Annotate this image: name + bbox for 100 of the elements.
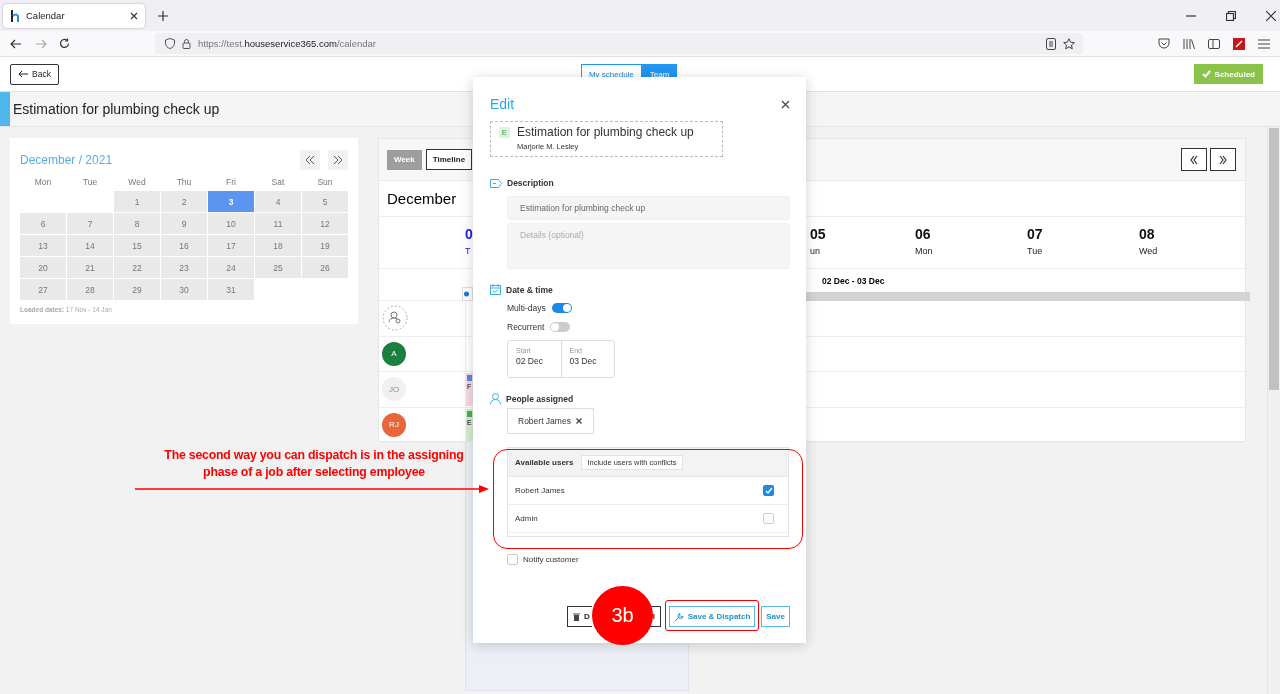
toggle-label: Multi-days [507, 302, 546, 313]
start-date: 02 Dec [516, 356, 544, 366]
checkbox[interactable] [507, 554, 518, 565]
dialog-title: Edit [490, 96, 515, 112]
description-field[interactable]: Estimation for plumbing check up [507, 196, 790, 220]
calendar-day[interactable]: 7 [67, 213, 113, 234]
pocket-icon[interactable] [1158, 38, 1170, 49]
shield-icon [165, 38, 175, 49]
previous-button[interactable] [300, 150, 320, 170]
calendar-day[interactable]: 6 [20, 213, 66, 234]
tag-icon [490, 178, 502, 188]
address-bar[interactable]: https://test.houseservice365.com/calendar [155, 33, 1083, 54]
calendar-day[interactable]: 13 [20, 235, 66, 256]
url-text: https://test.houseservice365.com/calendar [198, 38, 377, 49]
weekday-label: Tue [81, 177, 99, 189]
close-icon[interactable] [781, 99, 790, 109]
close-icon[interactable] [130, 11, 138, 20]
back-arrow-icon[interactable] [10, 38, 22, 49]
calendar-day[interactable]: 25 [255, 257, 301, 278]
calendar-day[interactable]: 18 [255, 235, 301, 256]
weekday-label: Sun [316, 177, 334, 189]
calendar-day[interactable]: 21 [67, 257, 113, 278]
calendar-day[interactable]: 1 [114, 191, 160, 212]
calendar-day[interactable]: 12 [302, 213, 348, 234]
calendar-day[interactable]: 19 [302, 235, 348, 256]
weekday-label: Thu [175, 177, 193, 189]
calendar-day[interactable]: 3 [208, 191, 254, 212]
calendar-day[interactable]: 26 [302, 257, 348, 278]
back-arrow-icon [18, 70, 28, 78]
next-button[interactable] [1210, 148, 1236, 171]
calendar-day[interactable]: 16 [161, 235, 207, 256]
weekday-label: T [465, 246, 472, 256]
person-icon [490, 393, 501, 405]
calendar-day[interactable]: 17 [208, 235, 254, 256]
section-label: People assigned [506, 394, 574, 404]
save-and-dispatch-button[interactable]: Save & Dispatch [669, 606, 755, 627]
close-icon[interactable] [1266, 10, 1276, 21]
month-title: December / 2021 [20, 153, 114, 167]
calendar-day[interactable]: 9 [161, 213, 207, 234]
event-marker-icon[interactable] [462, 287, 473, 301]
previous-button[interactable] [1181, 148, 1207, 171]
remove-icon[interactable] [575, 418, 582, 424]
calendar-day[interactable]: 11 [255, 213, 301, 234]
user-avatar: A [382, 341, 406, 366]
accent-bar [0, 92, 10, 126]
calendar-icon [490, 284, 501, 295]
calendar-day[interactable]: 28 [67, 279, 113, 300]
checkbox[interactable] [763, 485, 774, 496]
weekday-label: Fri [225, 177, 237, 189]
calendar-day[interactable]: 27 [20, 279, 66, 300]
calendar-day[interactable]: 29 [114, 279, 160, 300]
calendar-day[interactable]: 22 [114, 257, 160, 278]
details-field[interactable]: Details (optional) [507, 223, 790, 269]
view-tab[interactable]: Week [387, 149, 422, 170]
menu-icon[interactable] [1258, 38, 1270, 49]
calendar-day[interactable]: 10 [208, 213, 254, 234]
new-tab-icon[interactable] [158, 10, 168, 21]
calendar-day[interactable]: 23 [161, 257, 207, 278]
star-icon[interactable] [1063, 37, 1075, 50]
calendar-day[interactable]: 8 [114, 213, 160, 234]
user-name: Admin [515, 514, 538, 523]
extension-icon[interactable] [1233, 37, 1245, 50]
weekday-label: Mon [33, 177, 53, 189]
status-button[interactable]: Scheduled [1193, 64, 1263, 84]
delete-button[interactable]: D [567, 606, 592, 627]
scrollbar[interactable] [1267, 127, 1280, 694]
checkbox-label: Notify customer [523, 555, 579, 564]
job-badge: E [499, 127, 510, 138]
user-name: Robert James [515, 486, 565, 495]
section-label: Date & time [506, 284, 553, 295]
calendar-day[interactable]: 5 [302, 191, 348, 212]
calendar-day[interactable]: 24 [208, 257, 254, 278]
double-chevron-right-icon [333, 156, 343, 164]
checkbox[interactable] [763, 513, 774, 524]
toggle-switch[interactable] [551, 302, 572, 313]
restore-icon[interactable] [1226, 10, 1236, 21]
calendar-day[interactable]: 2 [161, 191, 207, 212]
library-icon[interactable] [1183, 38, 1195, 49]
view-tab[interactable]: Timeline [425, 149, 473, 170]
sidebar-icon[interactable] [1208, 38, 1220, 49]
calendar-day[interactable]: 31 [208, 279, 254, 300]
job-name: Estimation for plumbing check up [517, 125, 695, 141]
browser-tab[interactable]: Calendar [3, 3, 145, 28]
unassigned-user-icon [382, 305, 408, 332]
reload-icon[interactable] [59, 38, 70, 49]
weekday-label: Tue [1027, 246, 1043, 256]
back-button[interactable]: Back [10, 63, 59, 85]
save-button[interactable]: Save [761, 606, 790, 627]
panel-title: Available users [515, 457, 574, 467]
weekday-label: Mon [915, 246, 933, 256]
calendar-day[interactable]: 30 [161, 279, 207, 300]
toggle-switch[interactable] [550, 321, 571, 332]
calendar-day[interactable]: 15 [114, 235, 160, 256]
calendar-day[interactable]: 14 [67, 235, 113, 256]
reader-view-icon[interactable] [1046, 37, 1056, 50]
calendar-day[interactable]: 4 [255, 191, 301, 212]
weekday-label: Wed [1139, 246, 1158, 256]
double-chevron-left-icon [305, 156, 315, 164]
next-button[interactable] [328, 150, 348, 170]
calendar-day[interactable]: 20 [20, 257, 66, 278]
